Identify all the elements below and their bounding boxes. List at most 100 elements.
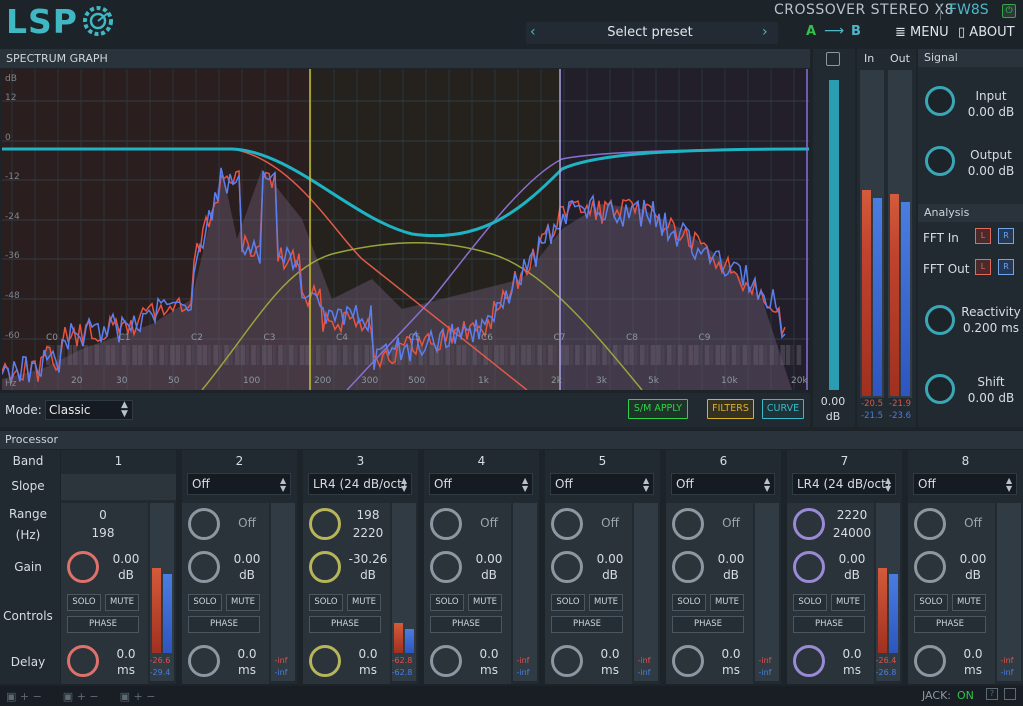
solo-button[interactable]: SOLO xyxy=(914,594,948,611)
range-knob[interactable] xyxy=(672,508,704,540)
delay-knob[interactable] xyxy=(672,645,704,677)
solo-button[interactable]: SOLO xyxy=(188,594,222,611)
solo-button[interactable]: SOLO xyxy=(672,594,706,611)
slope-value[interactable]: LR4 (24 dB/oct) xyxy=(797,477,890,491)
fft-in-r-button[interactable]: R xyxy=(998,228,1014,244)
solo-button[interactable]: SOLO xyxy=(430,594,464,611)
fft-in-l-button[interactable]: L xyxy=(975,228,991,244)
sm-apply-button[interactable]: S/M APPLY xyxy=(628,399,688,419)
ab-b-button[interactable]: B xyxy=(851,24,861,39)
range-knob[interactable] xyxy=(551,508,583,540)
plugin-title: CROSSOVER STEREO X8 xyxy=(774,2,954,18)
mute-button[interactable]: MUTE xyxy=(831,594,865,611)
slope-updown-icon[interactable]: ▲ ▼ xyxy=(885,477,891,493)
range-knob[interactable] xyxy=(793,508,825,540)
fft-out-l-button[interactable]: L xyxy=(975,259,991,275)
solo-button[interactable]: SOLO xyxy=(793,594,827,611)
delay-knob[interactable] xyxy=(551,645,583,677)
curve-button[interactable]: CURVE xyxy=(762,399,804,419)
zoom-slider[interactable] xyxy=(829,80,839,390)
resize-icon[interactable] xyxy=(1004,688,1016,700)
mute-button[interactable]: MUTE xyxy=(468,594,502,611)
slope-updown-icon[interactable]: ▲ ▼ xyxy=(643,477,649,493)
preset-next-icon[interactable]: › xyxy=(762,24,768,40)
gain-knob[interactable] xyxy=(188,551,220,583)
mute-button[interactable]: MUTE xyxy=(105,594,139,611)
slope-updown-icon[interactable]: ▲ ▼ xyxy=(522,477,528,493)
range-knob[interactable] xyxy=(309,508,341,540)
slope-value[interactable]: Off xyxy=(192,477,210,491)
slope-value[interactable]: Off xyxy=(555,477,573,491)
slope-value[interactable]: Off xyxy=(918,477,936,491)
fft-out-r-button[interactable]: R xyxy=(998,259,1014,275)
range-knob[interactable] xyxy=(430,508,462,540)
slope-updown-icon[interactable]: ▲ ▼ xyxy=(764,477,770,493)
phase-button[interactable]: PHASE xyxy=(672,616,744,633)
spectrum-graph[interactable]: 12 0 -12 -24 -36 -48 -60 20 30 50 100 200 300 500 1k 2… xyxy=(2,69,809,390)
gain-knob[interactable] xyxy=(672,551,704,583)
delay-knob[interactable] xyxy=(430,645,462,677)
range-knob[interactable] xyxy=(188,508,220,540)
band-level-meter xyxy=(392,503,416,681)
mode-value[interactable]: Classic xyxy=(49,403,91,417)
band-number: 4 xyxy=(477,454,486,468)
ab-copy-arrow-icon[interactable]: ⟶ xyxy=(824,23,844,39)
preset-prev-icon[interactable]: ‹ xyxy=(530,24,536,40)
mute-button[interactable]: MUTE xyxy=(226,594,260,611)
range-unit-label: (Hz) xyxy=(15,528,41,542)
mute-button[interactable]: MUTE xyxy=(952,594,986,611)
delay-knob[interactable] xyxy=(793,645,825,677)
slope-updown-icon[interactable]: ▲ ▼ xyxy=(401,477,407,493)
about-button[interactable]: ▯ ABOUT xyxy=(958,25,1015,40)
solo-button[interactable]: SOLO xyxy=(67,594,101,611)
gain-knob[interactable] xyxy=(309,551,341,583)
phase-button[interactable]: PHASE xyxy=(793,616,865,633)
delay-knob[interactable] xyxy=(914,645,946,677)
phase-button[interactable]: PHASE xyxy=(914,616,986,633)
solo-button[interactable]: SOLO xyxy=(551,594,585,611)
gain-knob[interactable] xyxy=(551,551,583,583)
phase-button[interactable]: PHASE xyxy=(309,616,381,633)
help-icon[interactable]: ? xyxy=(986,688,998,700)
phase-button[interactable]: PHASE xyxy=(67,616,139,633)
gain-knob[interactable] xyxy=(67,551,99,583)
window-tools-icons[interactable]: ▣ + − ▣ + − ▣ + − xyxy=(6,690,155,703)
delay-knob[interactable] xyxy=(67,645,99,677)
phase-button[interactable]: PHASE xyxy=(188,616,260,633)
range-knob[interactable] xyxy=(914,508,946,540)
solo-button[interactable]: SOLO xyxy=(309,594,343,611)
output-knob[interactable] xyxy=(925,146,955,176)
band-column-4: 4 Off ▲ ▼ Off 0.00 dB SOLO MUTE PHASE 0.0… xyxy=(424,450,539,684)
filters-button[interactable]: FILTERS xyxy=(707,399,754,419)
slope-value[interactable]: Off xyxy=(434,477,452,491)
mute-button[interactable]: MUTE xyxy=(710,594,744,611)
gain-knob[interactable] xyxy=(793,551,825,583)
mute-button[interactable]: MUTE xyxy=(589,594,623,611)
freq-tick-label: 30 xyxy=(116,376,128,386)
input-knob[interactable] xyxy=(925,86,955,116)
shift-knob[interactable] xyxy=(925,374,955,404)
reactivity-knob[interactable] xyxy=(925,305,955,335)
band-meter-level-l: -26.6 xyxy=(149,656,171,665)
menu-button[interactable]: ≣ MENU xyxy=(895,25,949,40)
delay-knob[interactable] xyxy=(188,645,220,677)
slope-updown-icon[interactable]: ▲ ▼ xyxy=(1006,477,1012,493)
range-value-1: 198 xyxy=(356,508,380,522)
preset-label[interactable]: Select preset xyxy=(560,25,740,40)
slope-updown-icon[interactable]: ▲ ▼ xyxy=(280,477,286,493)
gain-knob[interactable] xyxy=(914,551,946,583)
band-meter-level-l: -62.8 xyxy=(391,656,413,665)
zoom-icon[interactable] xyxy=(826,52,840,66)
slope-value[interactable]: LR4 (24 dB/oct) xyxy=(313,477,406,491)
delay-knob[interactable] xyxy=(309,645,341,677)
mute-button[interactable]: MUTE xyxy=(347,594,381,611)
slope-value[interactable]: Off xyxy=(676,477,694,491)
gain-value: 0.00 xyxy=(112,552,140,566)
power-button[interactable]: ⏻ xyxy=(1002,4,1016,18)
mode-updown-icon[interactable]: ▲ ▼ xyxy=(121,401,128,419)
phase-button[interactable]: PHASE xyxy=(430,616,502,633)
phase-button[interactable]: PHASE xyxy=(551,616,623,633)
slope-row-label: Slope xyxy=(11,479,45,493)
gain-knob[interactable] xyxy=(430,551,462,583)
ab-a-button[interactable]: A xyxy=(806,24,816,39)
